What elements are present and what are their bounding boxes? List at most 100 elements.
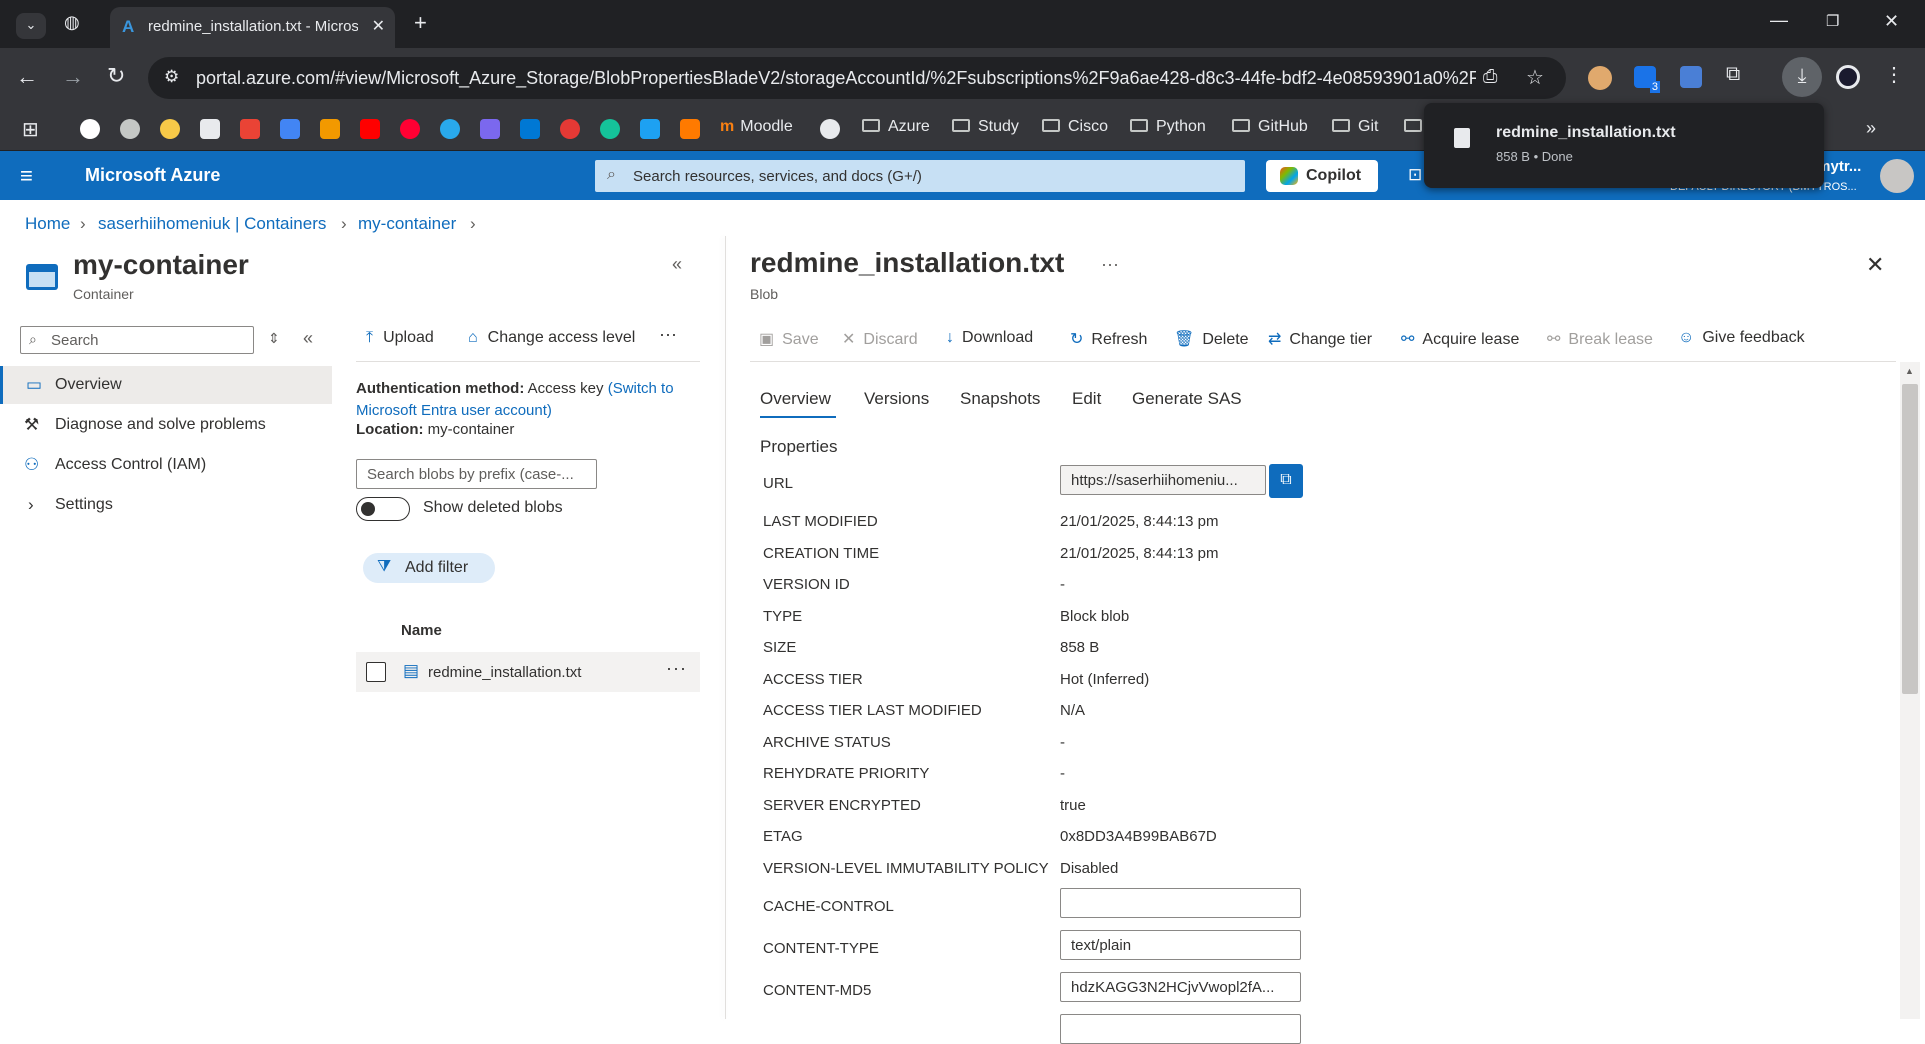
sort-icon[interactable]: ⇕ bbox=[268, 330, 280, 347]
give-feedback-button[interactable]: ☺ Give feedback bbox=[1678, 329, 1805, 347]
discard-button[interactable]: ✕ Discard bbox=[842, 329, 918, 349]
new-tab-icon[interactable]: + bbox=[414, 10, 427, 36]
aws-icon[interactable] bbox=[680, 119, 700, 139]
address-bar[interactable]: ⚙ portal.azure.com/#view/Microsoft_Azure… bbox=[148, 57, 1566, 99]
blob-more-icon[interactable]: ··· bbox=[1101, 254, 1119, 275]
back-icon[interactable]: ← bbox=[16, 64, 38, 90]
copilot-button[interactable]: Copilot bbox=[1266, 160, 1378, 192]
sidebar-item-settings[interactable]: › Settings bbox=[20, 486, 332, 524]
bookmark-moodle[interactable]: m Moodle bbox=[720, 118, 793, 136]
tab-versions[interactable]: Versions bbox=[864, 389, 929, 409]
tab-overview[interactable]: Overview bbox=[760, 389, 831, 409]
apps-grid-icon[interactable]: ⊞ bbox=[22, 117, 39, 142]
avatar[interactable] bbox=[1880, 159, 1914, 193]
chatgpt-icon[interactable] bbox=[80, 119, 100, 139]
forward-icon[interactable]: → bbox=[62, 64, 84, 90]
row-more-icon[interactable]: ··· bbox=[666, 658, 687, 679]
extension-icon[interactable] bbox=[1588, 66, 1612, 90]
bookmark-folder-python[interactable]: Python bbox=[1130, 118, 1206, 136]
download-filename[interactable]: redmine_installation.txt bbox=[1496, 124, 1676, 142]
tab-generate-sas[interactable]: Generate SAS bbox=[1132, 389, 1242, 409]
more-bookmarks-icon[interactable]: » bbox=[1866, 118, 1876, 139]
column-header-name[interactable]: Name bbox=[401, 622, 442, 639]
telegram-icon[interactable] bbox=[440, 119, 460, 139]
youtube-icon[interactable] bbox=[360, 119, 380, 139]
restore-icon[interactable]: ❐ bbox=[1826, 12, 1839, 30]
collapse-menu-icon[interactable]: « bbox=[303, 328, 313, 349]
bookmark-folder-study[interactable]: Study bbox=[952, 118, 1019, 136]
delete-button[interactable]: 🗑 Delete bbox=[1174, 329, 1249, 349]
translate-bookmark-icon[interactable] bbox=[280, 119, 300, 139]
azure-bookmark-icon[interactable] bbox=[520, 119, 540, 139]
bookmark-folder-cisco[interactable]: Cisco bbox=[1042, 118, 1108, 136]
acquire-lease-button[interactable]: ⚯ Acquire lease bbox=[1401, 329, 1519, 349]
show-deleted-toggle[interactable] bbox=[356, 497, 410, 521]
scroll-up-icon[interactable]: ▲ bbox=[1905, 366, 1914, 376]
reload-icon[interactable]: ↻ bbox=[107, 63, 125, 89]
cloud-shell-icon[interactable]: ⊡ bbox=[1408, 165, 1422, 185]
row-checkbox[interactable] bbox=[366, 662, 386, 682]
hamburger-menu-icon[interactable]: ≡ bbox=[20, 163, 33, 189]
change-access-level-button[interactable]: ⌂ Change access level bbox=[468, 329, 635, 347]
break-lease-button[interactable]: ⚯ Break lease bbox=[1547, 329, 1653, 349]
content-type-input[interactable]: text/plain bbox=[1060, 930, 1301, 960]
upload-button[interactable]: ⤒ Upload bbox=[366, 329, 434, 347]
copy-icon[interactable]: ⧉ bbox=[1269, 464, 1303, 498]
translate-icon[interactable] bbox=[1680, 66, 1702, 88]
sidebar-item-diagnose[interactable]: ⚒ Diagnose and solve problems bbox=[20, 406, 332, 444]
add-filter-button[interactable]: ⧩ Add filter bbox=[363, 553, 495, 583]
tab-search-icon[interactable]: ⌄ bbox=[16, 13, 46, 39]
profile-avatar[interactable] bbox=[1836, 65, 1860, 89]
blob-name[interactable]: redmine_installation.txt bbox=[428, 664, 581, 681]
bookmark-icon[interactable] bbox=[560, 119, 580, 139]
site-info-icon[interactable]: ⚙ bbox=[164, 67, 179, 87]
minimize-icon[interactable]: — bbox=[1770, 10, 1788, 31]
refresh-button[interactable]: ↻ Refresh bbox=[1070, 329, 1147, 349]
scrollbar-thumb[interactable] bbox=[1902, 384, 1918, 694]
extension-icon[interactable]: 3 bbox=[1634, 66, 1660, 93]
download-popup[interactable]: redmine_installation.txt 858 B • Done bbox=[1424, 103, 1824, 188]
close-blade-icon[interactable]: ✕ bbox=[1866, 252, 1884, 278]
change-tier-button[interactable]: ⇄ Change tier bbox=[1268, 329, 1372, 349]
youtube-music-icon[interactable] bbox=[400, 119, 420, 139]
more-icon[interactable]: ··· bbox=[659, 324, 677, 345]
breadcrumb-container[interactable]: my-container bbox=[358, 214, 456, 234]
menu-dots-icon[interactable]: ⋮ bbox=[1884, 62, 1904, 87]
sidebar-item-iam[interactable]: ⚇ Access Control (IAM) bbox=[20, 446, 332, 484]
bookmark-folder-git[interactable]: Git bbox=[1332, 118, 1378, 136]
scrollbar[interactable]: ▲ bbox=[1900, 362, 1920, 1019]
browser-tab[interactable]: A redmine_installation.txt - Microsoft A… bbox=[110, 7, 395, 48]
close-window-icon[interactable]: ✕ bbox=[1884, 11, 1899, 32]
apple-icon[interactable] bbox=[120, 119, 140, 139]
grammarly-icon[interactable] bbox=[600, 119, 620, 139]
url-field[interactable]: https://saserhiihomeniu... bbox=[1060, 465, 1266, 495]
bookmark-star-icon[interactable]: ☆ bbox=[1526, 65, 1544, 90]
breadcrumb-home[interactable]: Home bbox=[25, 214, 70, 234]
download-button[interactable]: ↓ Download bbox=[946, 329, 1033, 347]
menu-search-input[interactable]: ⌕ Search bbox=[20, 326, 254, 354]
blob-prefix-search-input[interactable]: Search blobs by prefix (case-... bbox=[356, 459, 597, 489]
tab-edit[interactable]: Edit bbox=[1072, 389, 1101, 409]
azure-brand[interactable]: Microsoft Azure bbox=[85, 165, 220, 186]
table-row[interactable]: ▤ redmine_installation.txt ··· bbox=[356, 652, 700, 692]
collapse-icon[interactable]: « bbox=[672, 254, 682, 275]
sidebar-item-overview[interactable]: ▭ Overview bbox=[0, 366, 332, 404]
extensions-puzzle-icon[interactable]: ⧉ bbox=[1726, 63, 1740, 86]
breadcrumb-containers[interactable]: saserhiihomeniuk | Containers bbox=[98, 214, 326, 234]
globe-icon[interactable]: ◍ bbox=[64, 12, 80, 33]
close-tab-icon[interactable]: ✕ bbox=[372, 16, 385, 36]
gmail-icon[interactable] bbox=[240, 119, 260, 139]
bookmark-icon[interactable] bbox=[480, 119, 500, 139]
bookmark-icon[interactable] bbox=[200, 119, 220, 139]
weather-icon[interactable] bbox=[160, 119, 180, 139]
global-search-input[interactable]: ⌕ Search resources, services, and docs (… bbox=[595, 160, 1245, 192]
content-md5-input[interactable]: hdzKAGG3N2HCjvVwopl2fA... bbox=[1060, 972, 1301, 1002]
bookmark-icon[interactable] bbox=[320, 119, 340, 139]
bookmark-folder-github[interactable]: GitHub bbox=[1232, 118, 1308, 136]
bookmark-folder-azure[interactable]: Azure bbox=[862, 118, 930, 136]
github-icon[interactable] bbox=[820, 119, 840, 139]
bookmark-icon[interactable] bbox=[640, 119, 660, 139]
cache-control-input[interactable] bbox=[1060, 888, 1301, 918]
install-app-icon[interactable]: ⎙ bbox=[1483, 66, 1497, 87]
tab-snapshots[interactable]: Snapshots bbox=[960, 389, 1040, 409]
